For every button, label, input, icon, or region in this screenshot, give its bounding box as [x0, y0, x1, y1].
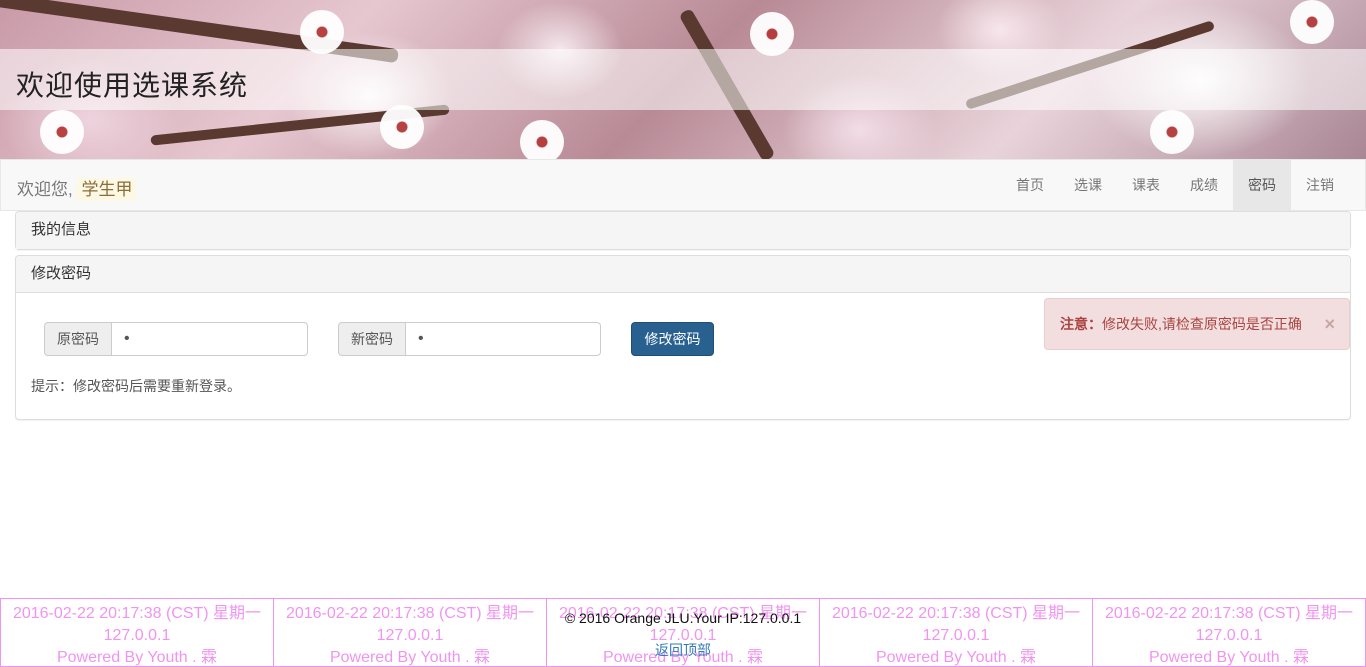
user-name: 学生甲: [77, 178, 137, 201]
welcome-text: 欢迎您, 学生甲: [17, 175, 137, 201]
blossom-decoration: [520, 120, 564, 159]
old-password-group: 原密码 •: [44, 322, 308, 356]
nav-item-schedule[interactable]: 课表: [1117, 160, 1175, 210]
site-title: 欢迎使用选课系统: [16, 69, 249, 102]
change-password-button[interactable]: 修改密码: [631, 322, 714, 356]
nav-item-password[interactable]: 密码: [1233, 160, 1291, 210]
copyright-text: © 2016 Orange JLU.Your IP:127.0.0.1: [564, 610, 802, 626]
blossom-decoration: [1150, 110, 1194, 154]
blossom-decoration: [40, 110, 84, 154]
navbar: 欢迎您, 学生甲 首页 选课 课表 成绩 密码 注销: [0, 159, 1366, 211]
new-password-label: 新密码: [338, 322, 406, 356]
error-alert: 注意：修改失败,请检查原密码是否正确 ×: [1044, 298, 1350, 350]
blossom-decoration: [300, 10, 344, 54]
new-password-group: 新密码 •: [338, 322, 601, 356]
alert-title: 注意：: [1060, 316, 1102, 332]
welcome-prefix: 欢迎您,: [17, 180, 73, 199]
nav-menu: 首页 选课 课表 成绩 密码 注销: [1001, 160, 1349, 210]
new-password-input[interactable]: •: [406, 322, 601, 356]
my-info-panel: 我的信息: [15, 211, 1351, 250]
hint-text: 提示：修改密码后需要重新登录。: [31, 378, 241, 394]
old-password-input[interactable]: •: [112, 322, 308, 356]
my-info-heading[interactable]: 我的信息: [16, 212, 1350, 249]
nav-item-select-course[interactable]: 选课: [1059, 160, 1117, 210]
old-password-label: 原密码: [44, 322, 112, 356]
nav-item-logout[interactable]: 注销: [1291, 160, 1349, 210]
nav-item-grades[interactable]: 成绩: [1175, 160, 1233, 210]
back-to-top-link[interactable]: 返回顶部: [0, 640, 1366, 660]
close-icon[interactable]: ×: [1324, 299, 1335, 349]
blossom-decoration: [380, 105, 424, 149]
blossom-decoration: [1290, 0, 1334, 44]
change-password-heading: 修改密码: [16, 256, 1350, 293]
alert-message: 修改失败,请检查原密码是否正确: [1102, 316, 1302, 332]
nav-item-home[interactable]: 首页: [1001, 160, 1059, 210]
